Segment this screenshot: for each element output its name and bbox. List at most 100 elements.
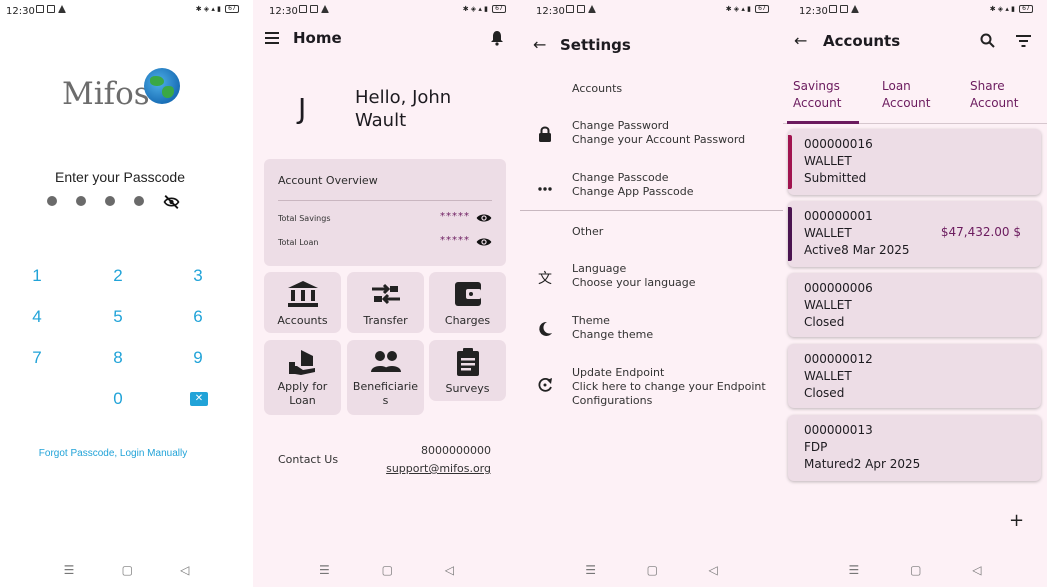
overview-row-loan: Total Loan *****	[278, 235, 492, 250]
setting-subtitle: Change your Account Password	[572, 133, 746, 146]
back-nav-icon[interactable]: ◁	[708, 563, 717, 577]
system-icons: ✱ ◈ ▴ ▮ 67	[990, 5, 1033, 13]
menu-nav-icon[interactable]: ☰	[585, 563, 596, 577]
key-3[interactable]: 3	[178, 263, 218, 289]
tile-accounts[interactable]: Accounts	[264, 272, 341, 333]
tab-loan-account[interactable]: Loan Account	[882, 78, 942, 112]
overview-divider	[278, 200, 492, 201]
back-arrow-icon[interactable]: ←	[794, 31, 807, 50]
menu-nav-icon[interactable]: ☰	[319, 563, 330, 577]
page-title: Settings	[560, 36, 631, 54]
home-nav-icon[interactable]: ▢	[382, 563, 393, 577]
tile-beneficiaries[interactable]: Beneficiarie s	[347, 340, 424, 415]
setting-theme[interactable]: Theme Change theme	[520, 314, 783, 354]
tile-label-text: Apply for Loan	[277, 380, 328, 407]
account-card[interactable]: 000000006 WALLET Closed	[788, 273, 1041, 337]
passcode-dot	[76, 196, 86, 206]
back-arrow-icon[interactable]: ←	[533, 35, 546, 54]
account-product: WALLET	[804, 226, 852, 240]
system-nav-bar: ☰ ▢ ◁	[0, 553, 253, 587]
account-product: WALLET	[804, 154, 852, 168]
filter-icon[interactable]	[1016, 35, 1031, 47]
menu-nav-icon[interactable]: ☰	[64, 563, 75, 577]
setting-change-passcode[interactable]: Change Passcode Change App Passcode	[520, 171, 783, 211]
tile-surveys[interactable]: Surveys	[429, 340, 506, 401]
key-2[interactable]: 2	[98, 263, 138, 289]
eye-icon[interactable]	[476, 236, 492, 248]
key-6[interactable]: 6	[178, 304, 218, 330]
clipboard-icon	[456, 348, 479, 376]
notification-icons	[829, 5, 859, 13]
tab-share-account[interactable]: Share Account	[970, 78, 1030, 112]
eye-off-icon[interactable]	[163, 195, 180, 209]
key-0[interactable]: 0	[98, 386, 138, 412]
passcode-dot	[105, 196, 115, 206]
setting-update-endpoint[interactable]: Update Endpoint Click here to change you…	[520, 366, 783, 412]
account-balance: $47,432.00 $	[940, 225, 1021, 239]
tile-transfer[interactable]: Transfer	[347, 272, 424, 333]
key-4[interactable]: 4	[17, 304, 57, 330]
search-icon[interactable]	[980, 33, 995, 48]
setting-subtitle: Click here to change your Endpoint Confi…	[572, 380, 766, 407]
backspace-icon[interactable]: ✕	[190, 392, 208, 406]
passcode-screen: 12:30 ✱ ◈ ▴ ▮ 67 Mifos Enter your Passco…	[0, 0, 253, 587]
key-8[interactable]: 8	[98, 345, 138, 371]
setting-subtitle: Change theme	[572, 328, 654, 341]
key-1[interactable]: 1	[17, 263, 57, 289]
back-nav-icon[interactable]: ◁	[972, 563, 981, 577]
overview-label: Total Loan	[278, 238, 319, 247]
bell-icon[interactable]	[490, 30, 504, 46]
account-card[interactable]: 000000016 WALLET Submitted	[788, 129, 1041, 195]
masked-value: *****	[440, 211, 470, 222]
eye-icon[interactable]	[476, 212, 492, 224]
menu-icon[interactable]	[265, 32, 279, 44]
add-account-icon[interactable]: +	[1009, 510, 1024, 531]
key-5[interactable]: 5	[98, 304, 138, 330]
tab-savings-account[interactable]: Savings Account	[793, 78, 863, 112]
contact-email[interactable]: support@mifos.org	[386, 462, 491, 475]
notification-icons	[299, 5, 329, 13]
system-icons: ✱ ◈ ▴ ▮ 67	[196, 5, 239, 13]
people-icon	[370, 351, 401, 372]
status-time: 12:30	[799, 6, 828, 17]
tile-charges[interactable]: Charges	[429, 272, 506, 333]
system-nav-bar: ☰ ▢ ◁	[783, 553, 1047, 587]
status-time: 12:30	[269, 6, 298, 17]
hand-coin-icon	[288, 350, 315, 375]
account-product: WALLET	[804, 298, 852, 312]
back-nav-icon[interactable]: ◁	[445, 563, 454, 577]
account-card[interactable]: 000000001 WALLET Active8 Mar 2025 $47,43…	[788, 201, 1041, 267]
account-number: 000000013	[804, 423, 873, 437]
key-9[interactable]: 9	[178, 345, 218, 371]
home-nav-icon[interactable]: ▢	[122, 563, 133, 577]
setting-change-password[interactable]: Change Password Change your Account Pass…	[520, 119, 783, 159]
account-card[interactable]: 000000012 WALLET Closed	[788, 344, 1041, 408]
back-nav-icon[interactable]: ◁	[180, 563, 189, 577]
avatar[interactable]: J	[298, 92, 306, 125]
account-status: Matured2 Apr 2025	[804, 457, 921, 471]
forgot-passcode-link[interactable]: Forgot Passcode, Login Manually	[0, 448, 226, 459]
overview-label: Total Savings	[278, 214, 331, 223]
account-status: Closed	[804, 386, 845, 400]
setting-title: Language	[572, 262, 627, 275]
tile-apply-loan[interactable]: Apply for Loan	[264, 340, 341, 415]
passcode-dots	[47, 196, 144, 206]
active-tab-indicator	[787, 121, 859, 124]
setting-language[interactable]: 文 Language Choose your language	[520, 262, 783, 302]
account-card[interactable]: 000000013 FDP Matured2 Apr 2025	[788, 415, 1041, 481]
page-title: Accounts	[823, 32, 901, 50]
wallet-icon	[454, 282, 481, 306]
tile-label: Surveys	[445, 382, 490, 395]
account-tabs: Savings Account Loan Account Share Accou…	[783, 72, 1047, 124]
status-time: 12:30	[6, 6, 35, 17]
contact-phone[interactable]: 8000000000	[421, 444, 491, 457]
key-7[interactable]: 7	[17, 345, 57, 371]
bank-icon	[287, 281, 318, 307]
home-nav-icon[interactable]: ▢	[910, 563, 921, 577]
status-bar: 12:30 ✱ ◈ ▴ ▮ 67	[520, 0, 783, 22]
tile-label-text: Beneficiarie s	[352, 380, 419, 407]
menu-nav-icon[interactable]: ☰	[848, 563, 859, 577]
home-nav-icon[interactable]: ▢	[647, 563, 658, 577]
system-nav-bar: ☰ ▢ ◁	[253, 553, 520, 587]
account-number: 000000016	[804, 137, 873, 151]
